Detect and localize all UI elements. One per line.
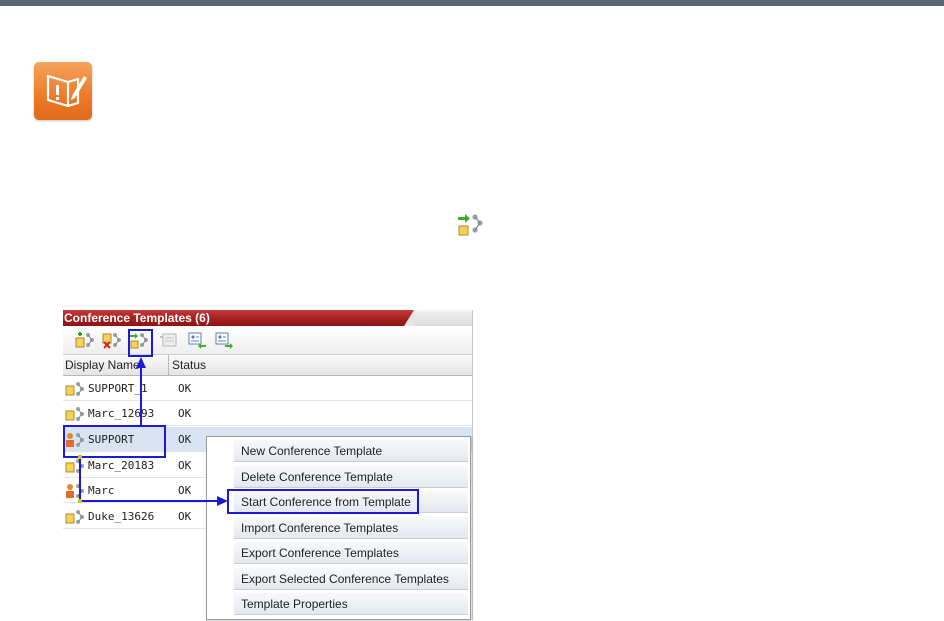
row-display-name: Marc [88, 484, 115, 497]
template-participants-icon [65, 483, 85, 499]
template-icon [65, 458, 85, 474]
template-participants-icon [65, 432, 85, 448]
row-status: OK [178, 459, 192, 472]
menu-item-export-selected-conference-templates[interactable]: Export Selected Conference Templates [234, 567, 468, 590]
menu-item-template-properties[interactable]: Template Properties [234, 592, 468, 615]
row-status: OK [178, 382, 192, 395]
context-menu: New Conference Template Delete Conferenc… [206, 436, 471, 620]
menu-item-new-conference-template[interactable]: New Conference Template [234, 439, 468, 462]
new-template-icon[interactable] [75, 331, 95, 349]
template-icon [65, 509, 85, 525]
menu-item-import-conference-templates[interactable]: Import Conference Templates [234, 516, 468, 539]
panel-title-tab [404, 310, 472, 326]
row-display-name: Duke_13626 [88, 510, 155, 523]
row-status: OK [178, 433, 192, 446]
menu-item-delete-conference-template[interactable]: Delete Conference Template [234, 465, 468, 488]
table-row[interactable]: Marc_12693 OK [63, 401, 472, 426]
menu-item-export-conference-templates[interactable]: Export Conference Templates [234, 541, 468, 564]
column-header-status[interactable]: Status [169, 355, 472, 376]
import-templates-icon[interactable] [187, 331, 207, 349]
delete-template-icon[interactable] [102, 331, 122, 349]
template-properties-icon[interactable] [159, 331, 179, 349]
row-display-name: SUPPORT [88, 433, 135, 446]
toolbar [63, 326, 472, 355]
row-display-name: Marc_12693 [88, 407, 155, 420]
table-row[interactable]: SUPPORT_1 OK [63, 376, 472, 401]
menu-item-start-conference-from-template[interactable]: Start Conference from Template [234, 490, 468, 513]
row-display-name: SUPPORT_1 [88, 382, 148, 395]
row-status: OK [178, 407, 192, 420]
start-conference-icon [456, 211, 484, 237]
template-icon [65, 381, 85, 397]
column-header-display-name[interactable]: Display Name [63, 355, 169, 376]
template-icon [65, 406, 85, 422]
start-conference-toolbar-icon[interactable] [129, 331, 149, 349]
row-display-name: Marc_20183 [88, 459, 155, 472]
export-templates-icon[interactable] [214, 331, 234, 349]
note-icon [34, 62, 92, 120]
row-status: OK [178, 510, 192, 523]
top-bar [0, 0, 944, 6]
row-status: OK [178, 484, 192, 497]
